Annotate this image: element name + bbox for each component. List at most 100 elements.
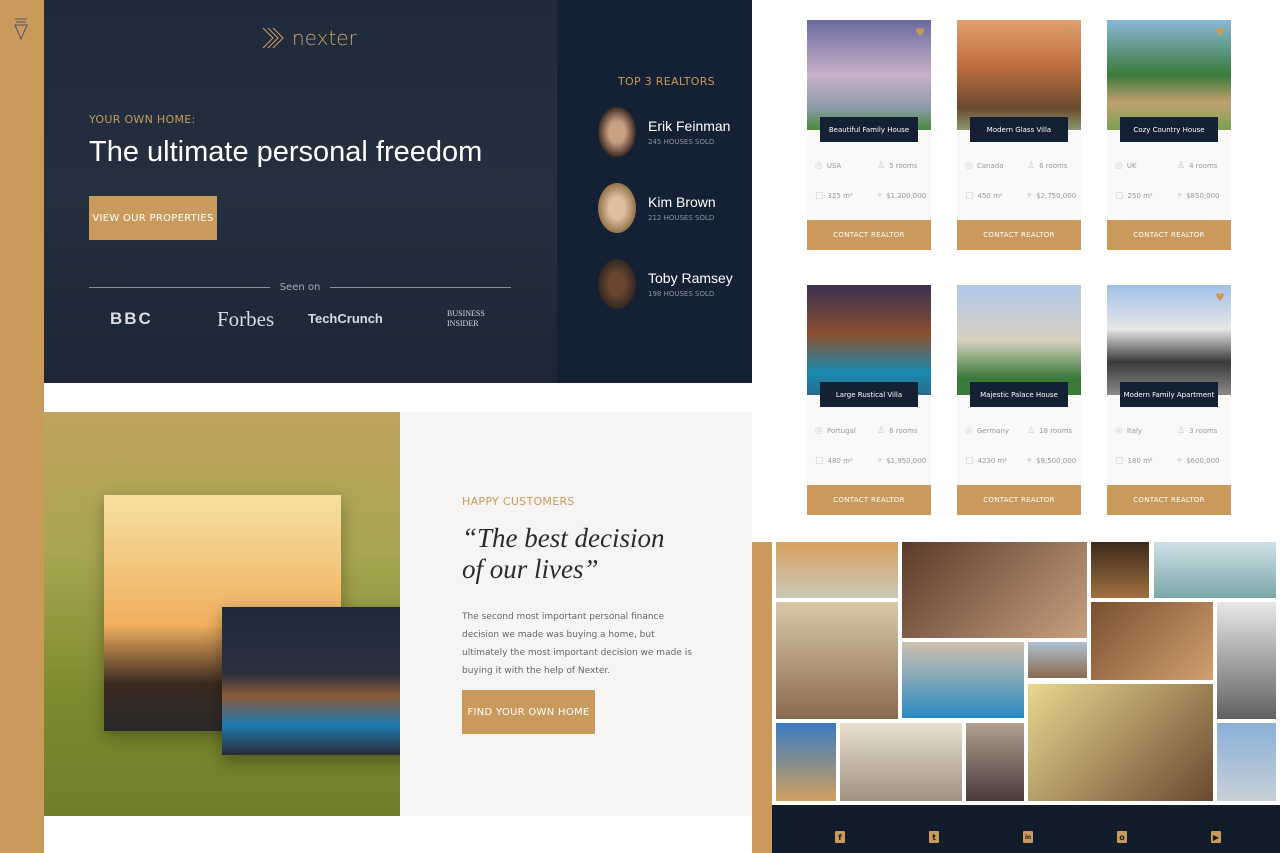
property-rooms: 5 rooms [889,162,918,170]
realtor-name: Kim Brown [648,194,716,210]
property-title: Modern Glass Villa [970,117,1068,142]
gallery-photo[interactable] [1217,602,1276,719]
property-area: 4230 m² [977,457,1008,465]
youtube-icon[interactable]: ▶ [1211,831,1221,843]
property-photo[interactable] [1107,20,1231,130]
contact-realtor-button[interactable]: CONTACT REALTOR [957,485,1081,515]
bbc-logo: BBC [110,309,153,328]
brand-logo[interactable]: nexter [262,26,357,50]
heart-icon[interactable]: ♥ [915,26,925,39]
gallery-photo[interactable] [1091,602,1213,680]
price-tag-icon: ⌖ [1027,456,1033,466]
property-card: ♥ Modern Glass Villa ◎ Canada ♙ 6 rooms ▢ 45… [957,20,1081,250]
realtor-sold: 212 HOUSES SOLD [648,214,715,222]
area-icon: ▢ [815,456,824,466]
realtor-item[interactable]: Erik Feinman 245 HOUSES SOLD [598,107,730,157]
hero-title: The ultimate personal freedom [89,136,483,168]
property-price: $2,750,000 [1036,192,1077,200]
contact-realtor-button[interactable]: CONTACT REALTOR [957,220,1081,250]
realtor-sold: 245 HOUSES SOLD [648,138,715,146]
testimonial-text: The second most important personal finan… [462,612,692,676]
property-photo[interactable] [957,285,1081,395]
property-photo[interactable] [1107,285,1231,395]
property-title: Beautiful Family House [820,117,918,142]
property-rooms: 4 rooms [1189,162,1218,170]
property-photo[interactable] [807,285,931,395]
person-icon: ♙ [1177,426,1186,436]
realtors-title: TOP 3 REALTORS [618,75,715,88]
seen-on-label: Seen on [279,282,321,293]
avatar [598,259,636,309]
gallery-photo[interactable] [1028,642,1087,678]
gallery-strip [752,542,772,853]
testimonial-quote: “The best decision of our lives” [462,523,665,584]
logo-triangle-icon [14,18,28,40]
property-rooms: 3 rooms [1189,427,1218,435]
location-pin-icon: ◎ [815,161,823,171]
realtor-name: Erik Feinman [648,118,731,134]
area-icon: ▢ [1115,456,1124,466]
heart-icon[interactable]: ♥ [1065,26,1075,39]
person-icon: ♙ [877,161,886,171]
gallery-photo[interactable] [966,723,1024,801]
contact-realtor-button[interactable]: CONTACT REALTOR [1107,485,1231,515]
testimonial-kicker: HAPPY CUSTOMERS [462,495,575,508]
heart-icon[interactable]: ♥ [1215,26,1225,39]
gallery-photo[interactable] [1217,723,1276,801]
price-tag-icon: ⌖ [1027,191,1033,201]
gallery-photo[interactable] [902,642,1024,718]
gallery-photo[interactable] [776,723,836,801]
person-icon: ♙ [1177,161,1186,171]
property-country: UK [1126,162,1137,170]
location-pin-icon: ◎ [815,426,823,436]
gallery-photo[interactable] [1154,542,1276,598]
contact-realtor-button[interactable]: CONTACT REALTOR [807,220,931,250]
facebook-icon[interactable]: f [835,831,845,843]
property-title: Modern Family Apartment [1120,382,1218,407]
gallery-photo[interactable] [902,542,1087,638]
contact-realtor-button[interactable]: CONTACT REALTOR [807,485,931,515]
contact-realtor-button[interactable]: CONTACT REALTOR [1107,220,1231,250]
linkedin-icon[interactable]: in [1023,831,1033,843]
gallery-photo[interactable] [840,723,962,801]
property-price: $1,200,000 [886,192,927,200]
view-properties-button[interactable]: VIEW OUR PROPERTIES [89,196,217,240]
property-country: Germany [976,427,1010,435]
villa-pool-photo [222,607,427,755]
property-area: 180 m² [1127,457,1153,465]
property-photo[interactable] [957,20,1081,130]
gallery-photo[interactable] [1091,542,1149,598]
twitter-icon[interactable]: t [929,831,939,843]
techcrunch-logo: TechCrunch [308,311,383,326]
property-card: ♥ Modern Family Apartment ◎ Italy ♙ 3 rooms… [1107,285,1231,515]
gallery-photo[interactable] [776,542,898,598]
location-pin-icon: ◎ [1115,426,1123,436]
property-area: 250 m² [1127,192,1153,200]
property-card: Majestic Palace House ◎ Germany ♙ 18 rooms… [957,285,1081,515]
gallery-photo[interactable] [776,602,898,719]
instagram-icon[interactable]: o [1117,831,1127,843]
find-home-button[interactable]: FIND YOUR OWN HOME [462,690,595,734]
area-icon: ▢ [965,456,974,466]
business-insider-logo: BUSINESS INSIDER [447,309,485,328]
property-photo[interactable] [807,20,931,130]
realtor-item[interactable]: Kim Brown 212 HOUSES SOLD [598,183,716,233]
property-card: Large Rustical Villa ◎ Portugal ♙ 6 rooms … [807,285,931,515]
property-country: Italy [1126,427,1143,435]
realtor-sold: 198 HOUSES SOLD [648,290,715,298]
footer: f t in o ▶ [772,805,1280,853]
property-country: Canada [976,162,1004,170]
location-pin-icon: ◎ [965,161,973,171]
property-rooms: 6 rooms [1039,162,1068,170]
brand-name: nexter [292,26,357,50]
gallery-photo[interactable] [1028,684,1213,801]
location-pin-icon: ◎ [965,426,973,436]
price-tag-icon: ⌖ [877,456,883,466]
heart-icon[interactable]: ♥ [1215,291,1225,304]
property-card: ♥ Cozy Country House ◎ UK ♙ 4 rooms ▢ 250 m²… [1107,20,1231,250]
location-pin-icon: ◎ [1115,161,1123,171]
person-icon: ♙ [877,426,886,436]
area-icon: ▢ [965,191,974,201]
realtor-item[interactable]: Toby Ramsey 198 HOUSES SOLD [598,259,733,309]
property-area: 480 m² [827,457,853,465]
